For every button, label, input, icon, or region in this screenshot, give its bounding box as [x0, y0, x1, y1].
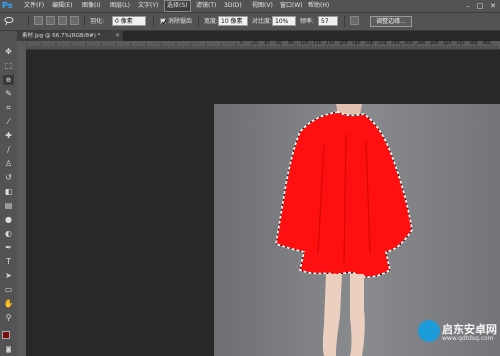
tablet-pressure-icon[interactable] [350, 16, 359, 25]
ruler-label: 360 [469, 41, 478, 46]
ruler-label: 100 [300, 41, 309, 46]
close-tab-icon[interactable]: × [115, 31, 120, 41]
frequency-input[interactable]: 57 [318, 16, 338, 26]
menu-file[interactable]: 文件(F) [22, 1, 46, 11]
ruler-label: 320 [443, 41, 452, 46]
history-brush-tool-icon[interactable]: ↺ [3, 173, 14, 183]
ruler-label: 280 [417, 41, 426, 46]
quick-select-tool-icon[interactable]: ✎ [3, 89, 14, 99]
path-select-tool-icon[interactable]: ➤ [3, 271, 14, 281]
maximize-icon[interactable]: □ [474, 1, 486, 11]
quick-mask-icon[interactable]: ◙ [3, 345, 14, 355]
photoshop-logo: Ps [2, 1, 13, 10]
menu-edit[interactable]: 编辑(E) [50, 1, 74, 11]
gradient-tool-icon[interactable]: ▤ [3, 201, 14, 211]
ruler-ticks-graphic [26, 43, 498, 49]
feather-label: 羽化: [90, 18, 105, 25]
add-selection-icon[interactable] [46, 16, 55, 25]
crop-tool-icon[interactable]: ⌗ [3, 103, 14, 113]
menu-help[interactable]: 帮助(H) [306, 1, 331, 11]
ruler-label: 340 [456, 41, 465, 46]
separator [28, 16, 29, 27]
site-watermark: 启东安卓网 www.qdtdsq.com [418, 318, 497, 352]
refine-edge-button[interactable]: 调整边缘... [370, 16, 412, 27]
contrast-input[interactable]: 10% [272, 16, 296, 26]
hand-tool-icon[interactable]: ✋ [3, 299, 14, 309]
ruler-label: 220 [378, 41, 387, 46]
dodge-tool-icon[interactable]: ◐ [3, 229, 14, 239]
ruler-label: 180 [352, 41, 361, 46]
menu-type[interactable]: 文字(Y) [136, 1, 160, 11]
tools-panel: ✥ ⬚ ɵ ✎ ⌗ ⁄ ✚ ∕ ♙ ↺ ◧ ▤ ● ◐ ✒ T ➤ ▭ ✋ ⚲ … [0, 31, 18, 356]
ruler-label: 380 [482, 41, 491, 46]
menu-image[interactable]: 图像(I) [80, 1, 102, 11]
contrast-label: 对比度: [252, 18, 273, 25]
ruler-label: 80 [288, 41, 294, 46]
watermark-url: www.qdtdsq.com [442, 335, 494, 342]
move-tool-icon[interactable]: ✥ [3, 47, 14, 57]
menu-bar: Ps 文件(F) 编辑(E) 图像(I) 图层(L) 文字(Y) 选择(S) 滤… [0, 0, 500, 13]
eyedropper-tool-icon[interactable]: ⁄ [3, 117, 14, 127]
ruler-label: 20 [252, 41, 258, 46]
new-selection-icon[interactable] [34, 16, 43, 25]
healing-tool-icon[interactable]: ✚ [3, 131, 14, 141]
menu-view[interactable]: 视图(V) [250, 1, 275, 11]
marquee-tool-icon[interactable]: ⬚ [3, 61, 14, 71]
menu-select[interactable]: 选择(S) [164, 0, 191, 12]
menu-3d[interactable]: 3D(D) [222, 1, 244, 11]
eraser-tool-icon[interactable]: ◧ [3, 187, 14, 197]
width-label: 宽度: [204, 18, 219, 25]
zoom-tool-icon[interactable]: ⚲ [3, 313, 14, 323]
antialias-checkbox[interactable] [160, 18, 167, 25]
ruler-label: 120 [313, 41, 322, 46]
minimize-icon[interactable]: – [462, 1, 474, 11]
close-window-icon[interactable]: ✕ [487, 1, 499, 11]
frequency-label: 频率: [300, 18, 315, 25]
document-tab[interactable]: 素材.jpg @ 66.7%(RGB/8#) * × [17, 31, 124, 41]
ruler-label: 140 [326, 41, 335, 46]
menu-filter[interactable]: 滤镜(T) [194, 1, 218, 11]
separator [344, 16, 345, 27]
menu-layer[interactable]: 图层(L) [108, 1, 132, 11]
separator [153, 16, 154, 27]
pen-tool-icon[interactable]: ✒ [3, 243, 14, 253]
watermark-logo-icon [418, 320, 440, 342]
ruler-label: 40 [264, 41, 270, 46]
brush-tool-icon[interactable]: ∕ [3, 145, 14, 155]
canvas-area[interactable] [26, 50, 500, 356]
antialias-label: 消除锯齿 [168, 18, 193, 25]
document-tab-title: 素材.jpg @ 66.7%(RGB/8#) * [22, 33, 101, 39]
ruler-label: 200 [365, 41, 374, 46]
separator [84, 16, 85, 27]
clone-stamp-tool-icon[interactable]: ♙ [3, 159, 14, 169]
type-tool-icon[interactable]: T [3, 257, 14, 267]
ruler-label: 240 [391, 41, 400, 46]
options-bar: 羽化: 0 像素 消除锯齿 宽度: 10 像素 对比度: 10% 频率: 57 … [0, 13, 500, 31]
ruler-label: 260 [404, 41, 413, 46]
intersect-selection-icon[interactable] [70, 16, 79, 25]
ruler-label: 160 [339, 41, 348, 46]
lasso-preset-icon[interactable] [4, 16, 15, 26]
separator [198, 16, 199, 27]
shape-tool-icon[interactable]: ▭ [3, 285, 14, 295]
horizontal-ruler: 0 20 40 60 80 100 120 140 160 180 200 22… [26, 41, 500, 50]
blur-tool-icon[interactable]: ● [3, 215, 14, 225]
ruler-label: 60 [276, 41, 282, 46]
feather-input[interactable]: 0 像素 [112, 16, 146, 26]
menu-window[interactable]: 窗口(W) [278, 1, 305, 11]
lasso-tool-icon[interactable]: ɵ [3, 75, 14, 85]
foreground-color-swatch[interactable] [2, 331, 10, 339]
ruler-label: 0 [240, 41, 243, 46]
subtract-selection-icon[interactable] [58, 16, 67, 25]
width-input[interactable]: 10 像素 [218, 16, 248, 26]
ruler-label: 300 [430, 41, 439, 46]
